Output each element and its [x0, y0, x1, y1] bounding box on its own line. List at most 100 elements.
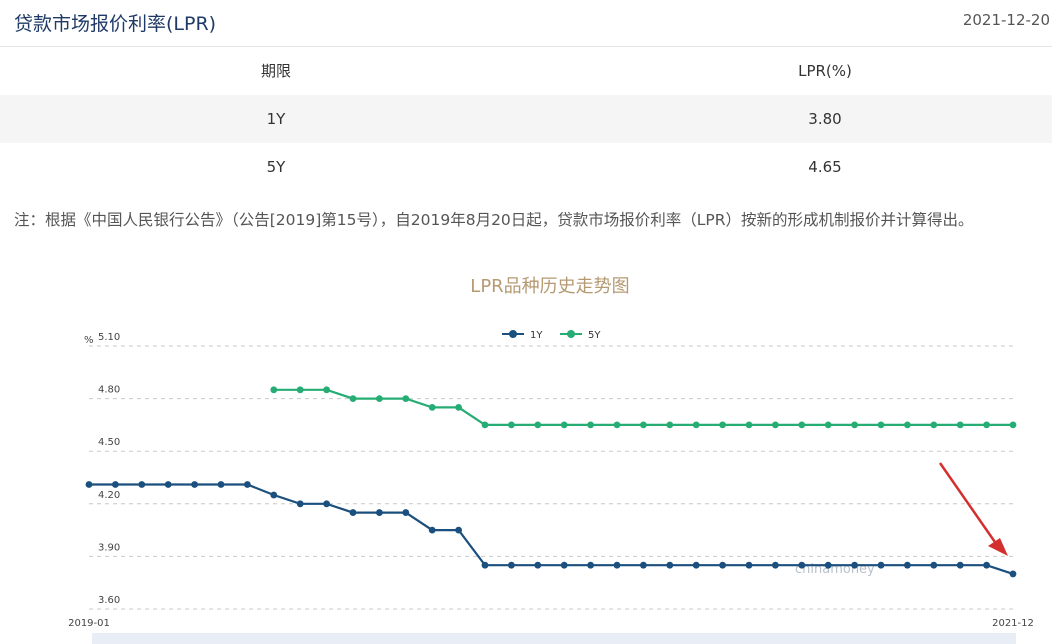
page-header: 贷款市场报价利率(LPR) 2021-12-20	[0, 0, 1052, 47]
x-axis: 2019-01 2021-12	[68, 618, 1034, 629]
series-line	[89, 483, 1014, 575]
data-point	[191, 481, 199, 488]
chart-legend: 1Y 5Y	[502, 330, 601, 341]
arrow-head	[988, 538, 1008, 556]
data-point	[534, 421, 542, 429]
data-point	[428, 403, 436, 411]
y-tick-label: 3.90	[98, 542, 120, 553]
data-point	[824, 421, 832, 429]
data-point	[112, 481, 119, 488]
publish-date: 2021-12-20	[962, 11, 1050, 29]
data-point	[666, 561, 674, 569]
y-tick-label: 3.60	[98, 595, 120, 606]
chart-series	[85, 386, 1017, 578]
data-point	[508, 421, 515, 429]
data-point	[692, 561, 700, 569]
data-point	[560, 421, 568, 429]
data-point	[745, 561, 753, 569]
data-point	[587, 421, 594, 429]
chart-title: LPR品种历史走势图	[470, 276, 629, 297]
data-point	[930, 561, 938, 569]
term-cell: 1Y	[266, 110, 286, 128]
data-point	[323, 386, 330, 394]
data-point	[376, 509, 383, 516]
annotation-arrow	[938, 462, 1008, 556]
data-point	[640, 421, 647, 429]
table-row: 1Y 3.80	[0, 95, 1052, 143]
data-point	[217, 481, 225, 488]
data-point	[851, 561, 858, 569]
data-point	[349, 509, 357, 516]
term-cell: 5Y	[266, 158, 286, 176]
data-point	[772, 421, 779, 429]
data-point	[798, 561, 806, 569]
data-point	[587, 561, 594, 569]
data-point	[402, 395, 410, 402]
data-point	[349, 395, 357, 402]
data-point	[930, 421, 938, 429]
data-point	[270, 386, 278, 394]
data-point	[455, 403, 462, 411]
chart-zoom-bar[interactable]	[92, 633, 1016, 644]
data-point	[904, 561, 911, 569]
data-point	[824, 561, 832, 569]
data-point	[164, 481, 172, 488]
data-point	[270, 491, 278, 499]
data-point	[560, 561, 568, 569]
lpr-table: 期限 LPR(%) 1Y 3.80 5Y 4.65	[0, 47, 1052, 191]
data-point	[798, 421, 806, 429]
data-point	[296, 386, 304, 394]
data-point	[323, 500, 330, 508]
page-title: 贷款市场报价利率(LPR)	[14, 13, 217, 35]
y-tick-label: 4.20	[98, 490, 120, 501]
data-point	[613, 421, 621, 429]
x-tick-label-start: 2019-01	[68, 618, 110, 629]
data-point	[640, 561, 647, 569]
legend-swatch-dot	[509, 330, 517, 338]
data-point	[956, 421, 964, 429]
data-point	[508, 561, 515, 569]
data-point	[904, 421, 911, 429]
data-point	[481, 421, 489, 429]
y-tick-label: 4.80	[98, 385, 120, 396]
data-point	[851, 421, 858, 429]
data-point	[719, 561, 726, 569]
legend-swatch-dot	[567, 330, 575, 338]
data-point	[666, 421, 674, 429]
lpr-history-chart: LPR品种历史走势图 1Y 5Y 5.10 4.80 4.50 4.20 3.90 3.60…	[68, 276, 1034, 629]
legend-label: 1Y	[530, 330, 543, 341]
data-point	[455, 526, 462, 534]
data-point	[138, 481, 146, 488]
data-point	[983, 561, 990, 569]
data-point	[983, 421, 990, 429]
data-point	[719, 421, 726, 429]
data-point	[1009, 570, 1017, 578]
column-header-rate: LPR(%)	[798, 62, 852, 80]
data-point	[1009, 421, 1017, 429]
footnote: 注：根据《中国人民银行公告》（公告[2019]第15号），自2019年8月20日…	[14, 211, 974, 229]
data-point	[877, 561, 885, 569]
rate-cell: 4.65	[808, 158, 842, 176]
series-line	[273, 388, 1013, 426]
rate-cell: 3.80	[808, 110, 842, 128]
data-point	[877, 421, 885, 429]
data-point	[692, 421, 700, 429]
y-tick-label: 5.10	[98, 332, 120, 343]
data-point	[613, 561, 621, 569]
data-point	[402, 509, 410, 516]
y-axis: 5.10 4.80 4.50 4.20 3.90 3.60%	[84, 332, 120, 606]
data-point	[745, 421, 753, 429]
data-point	[85, 481, 93, 488]
data-point	[296, 500, 304, 508]
x-tick-label-end: 2021-12	[992, 618, 1034, 629]
data-point	[376, 395, 383, 402]
y-axis-unit: %	[84, 335, 94, 346]
data-point	[481, 561, 489, 569]
y-tick-label: 4.50	[98, 437, 120, 448]
table-header-row: 期限 LPR(%)	[0, 47, 1052, 95]
data-point	[244, 481, 251, 488]
column-header-term: 期限	[260, 62, 292, 80]
data-point	[772, 561, 779, 569]
legend-label: 5Y	[588, 330, 601, 341]
data-point	[956, 561, 964, 569]
